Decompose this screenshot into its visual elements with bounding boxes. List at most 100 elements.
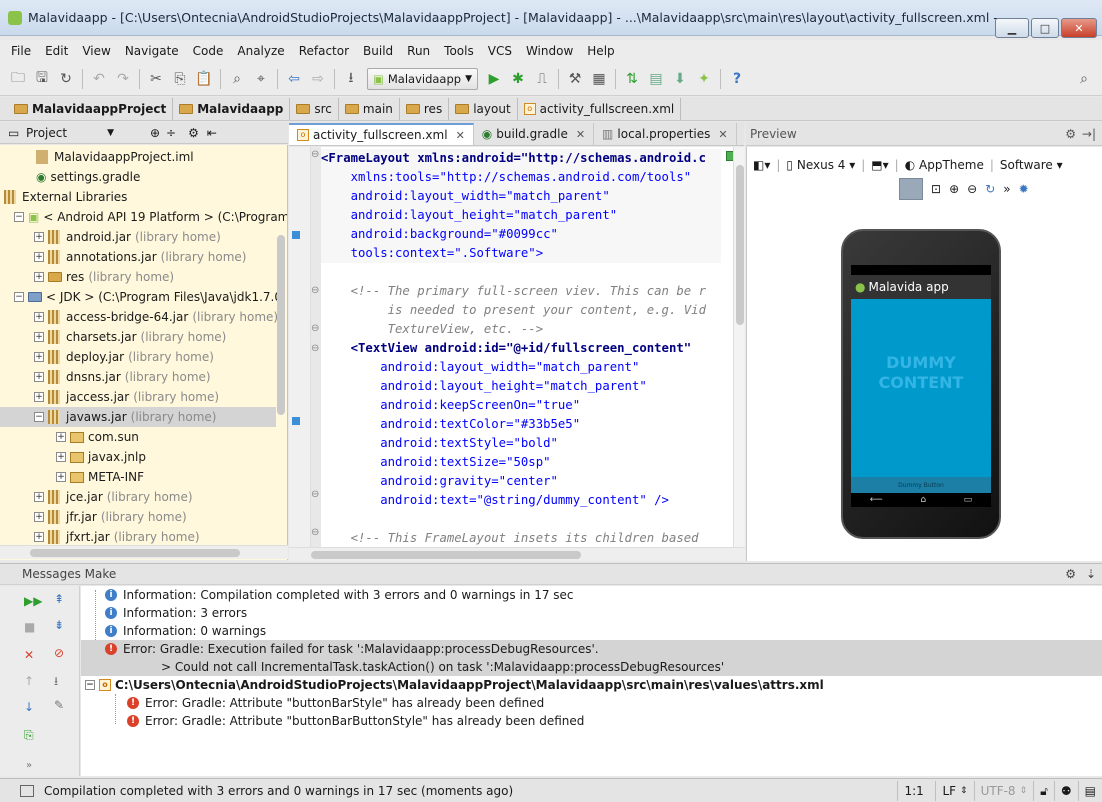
- tree-item[interactable]: MalavidaappProject.iml: [36, 147, 194, 167]
- message-row[interactable]: i Information: 3 errors: [81, 604, 1102, 622]
- lock-icon[interactable]: 🔓︎: [1033, 781, 1054, 801]
- project-vertical-scrollbar[interactable]: [276, 150, 286, 540]
- hide-icon[interactable]: ⇤: [207, 126, 217, 140]
- gradle-sync-icon[interactable]: ⇅: [620, 67, 644, 91]
- menu-analyze[interactable]: Analyze: [230, 44, 291, 58]
- menu-navigate[interactable]: Navigate: [118, 44, 186, 58]
- tab-activity-fullscreen[interactable]: o activity_fullscreen.xml ✕: [289, 123, 474, 145]
- caret-position[interactable]: 1:1: [897, 781, 935, 801]
- crumb-project[interactable]: MalavidaappProject: [8, 97, 174, 120]
- device-select[interactable]: ▯ Nexus 4 ▾: [786, 158, 855, 172]
- tree-item[interactable]: ◉ settings.gradle: [36, 167, 140, 187]
- paste-icon[interactable]: 📋: [192, 67, 216, 91]
- project-horizontal-scrollbar[interactable]: [0, 545, 288, 559]
- tree-item[interactable]: + android.jar (library home): [34, 227, 221, 247]
- tree-item[interactable]: External Libraries: [4, 187, 127, 207]
- undo-icon[interactable]: ↶: [87, 67, 111, 91]
- zoom-fit-icon[interactable]: [899, 178, 923, 200]
- crumb-layout[interactable]: layout: [449, 97, 518, 120]
- inspector-icon[interactable]: ⚉: [1053, 781, 1078, 801]
- tree-item[interactable]: + javax.jnlp: [56, 447, 146, 467]
- tree-item[interactable]: + access-bridge-64.jar (library home): [34, 307, 278, 327]
- menu-code[interactable]: Code: [186, 44, 231, 58]
- message-row[interactable]: i Information: Compilation completed with…: [81, 586, 1102, 604]
- hide-icon[interactable]: →|: [1082, 127, 1096, 141]
- menu-vcs[interactable]: VCS: [481, 44, 519, 58]
- menu-window[interactable]: Window: [519, 44, 580, 58]
- help-icon[interactable]: ?: [725, 67, 749, 91]
- more-icon[interactable]: »: [26, 760, 32, 771]
- monitor-icon[interactable]: ✦: [692, 67, 716, 91]
- tree-item[interactable]: + META-INF: [56, 467, 144, 487]
- sync-icon[interactable]: ↻: [54, 67, 78, 91]
- tree-item[interactable]: + res (library home): [34, 267, 174, 287]
- refresh-icon[interactable]: ↻: [985, 182, 995, 196]
- crumb-main[interactable]: main: [339, 97, 400, 120]
- minimize-button[interactable]: ▁: [995, 18, 1029, 38]
- tree-item[interactable]: + com.sun: [56, 427, 139, 447]
- copy-icon[interactable]: ⎘: [168, 67, 192, 91]
- orientation-icon[interactable]: ⬒▾: [871, 158, 888, 172]
- settings-icon[interactable]: ✹: [1019, 182, 1029, 196]
- rerun-icon[interactable]: ▶▶: [24, 594, 42, 608]
- menu-help[interactable]: Help: [580, 44, 621, 58]
- more-icon[interactable]: »: [1003, 182, 1010, 196]
- message-row[interactable]: ! Error: Gradle: Attribute "buttonBarStyl…: [81, 694, 1102, 712]
- sdk-manager-icon[interactable]: ⬇: [668, 67, 692, 91]
- back-icon[interactable]: ⇦: [282, 67, 306, 91]
- project-structure-icon[interactable]: ▦: [587, 67, 611, 91]
- fold-icon[interactable]: ⊖: [311, 489, 319, 500]
- menu-edit[interactable]: Edit: [38, 44, 75, 58]
- code-editor[interactable]: <FrameLayout xmlns:android="http://schem…: [321, 147, 733, 547]
- tab-local-properties[interactable]: ▥ local.properties ✕: [594, 123, 737, 145]
- run-icon[interactable]: ▶: [482, 67, 506, 91]
- run-config-select[interactable]: ▣ Malavidaapp ▼: [367, 67, 479, 90]
- tree-item[interactable]: + deploy.jar (library home): [34, 347, 214, 367]
- tool-windows-icon[interactable]: [20, 784, 34, 797]
- project-panel-header[interactable]: ▭ Project ▼ ⊕ ÷ ⚙ ⇤: [0, 122, 288, 144]
- menu-run[interactable]: Run: [400, 44, 437, 58]
- message-row-selected[interactable]: > Could not call IncrementalTask.taskAct…: [81, 658, 1102, 676]
- crumb-module[interactable]: Malavidaapp: [173, 97, 291, 120]
- close-tab-icon[interactable]: ✕: [456, 129, 465, 142]
- zoom-in-icon[interactable]: ⊕: [949, 182, 959, 196]
- crumb-res[interactable]: res: [400, 97, 450, 120]
- gear-icon[interactable]: ⚙: [1065, 127, 1076, 141]
- fold-icon[interactable]: ⊖: [311, 323, 319, 334]
- forward-icon[interactable]: ⇨: [306, 67, 330, 91]
- encoding[interactable]: UTF-8 ⇕: [973, 781, 1034, 801]
- menu-file[interactable]: File: [4, 44, 38, 58]
- tree-item[interactable]: + jfxrt.jar (library home): [34, 527, 200, 547]
- crumb-src[interactable]: src: [290, 97, 339, 120]
- locate-icon[interactable]: ⊕: [150, 126, 160, 140]
- tree-item[interactable]: + jce.jar (library home): [34, 487, 193, 507]
- gear-icon[interactable]: ⚙: [1065, 567, 1076, 581]
- crumb-file[interactable]: o activity_fullscreen.xml: [518, 97, 682, 120]
- save-icon[interactable]: 🖫: [30, 67, 54, 91]
- collapse-all-icon[interactable]: ⇟: [54, 618, 64, 632]
- tab-build-gradle[interactable]: ◉ build.gradle ✕: [474, 123, 595, 145]
- close-tab-icon[interactable]: ✕: [718, 128, 727, 141]
- fold-icon[interactable]: ⊖: [311, 343, 319, 354]
- attach-icon[interactable]: ⎍: [530, 67, 554, 91]
- event-log-icon[interactable]: ▤: [1077, 781, 1102, 801]
- tree-item-selected[interactable]: − javaws.jar (library home): [0, 407, 276, 427]
- layout-variant-icon[interactable]: ◧▾: [753, 158, 770, 172]
- message-row[interactable]: ! Error: Gradle: Attribute "buttonBarButt…: [81, 712, 1102, 730]
- tree-item[interactable]: − < JDK > (C:\Program Files\Java\jdk1.7.0: [14, 287, 282, 307]
- make-project-icon[interactable]: ⭳: [339, 67, 363, 91]
- fold-icon[interactable]: ⊖: [311, 285, 319, 296]
- gear-icon[interactable]: ⚙: [188, 126, 199, 140]
- close-button[interactable]: ✕: [1061, 18, 1097, 38]
- export-icon[interactable]: ⭳: [54, 672, 58, 693]
- cut-icon[interactable]: ✂: [144, 67, 168, 91]
- fold-icon[interactable]: ⊖: [311, 149, 319, 160]
- autoscroll-icon[interactable]: ⎘: [24, 728, 34, 743]
- fold-icon[interactable]: ⊖: [311, 527, 319, 538]
- theme-select[interactable]: ◐ AppTheme: [905, 158, 984, 172]
- activity-select[interactable]: Software ▾: [1000, 158, 1063, 172]
- debug-icon[interactable]: ✱: [506, 67, 530, 91]
- tree-item[interactable]: + jaccess.jar (library home): [34, 387, 219, 407]
- previous-icon[interactable]: ↑: [24, 674, 34, 688]
- tree-item[interactable]: − ▣ < Android API 19 Platform > (C:\Progra…: [14, 207, 287, 227]
